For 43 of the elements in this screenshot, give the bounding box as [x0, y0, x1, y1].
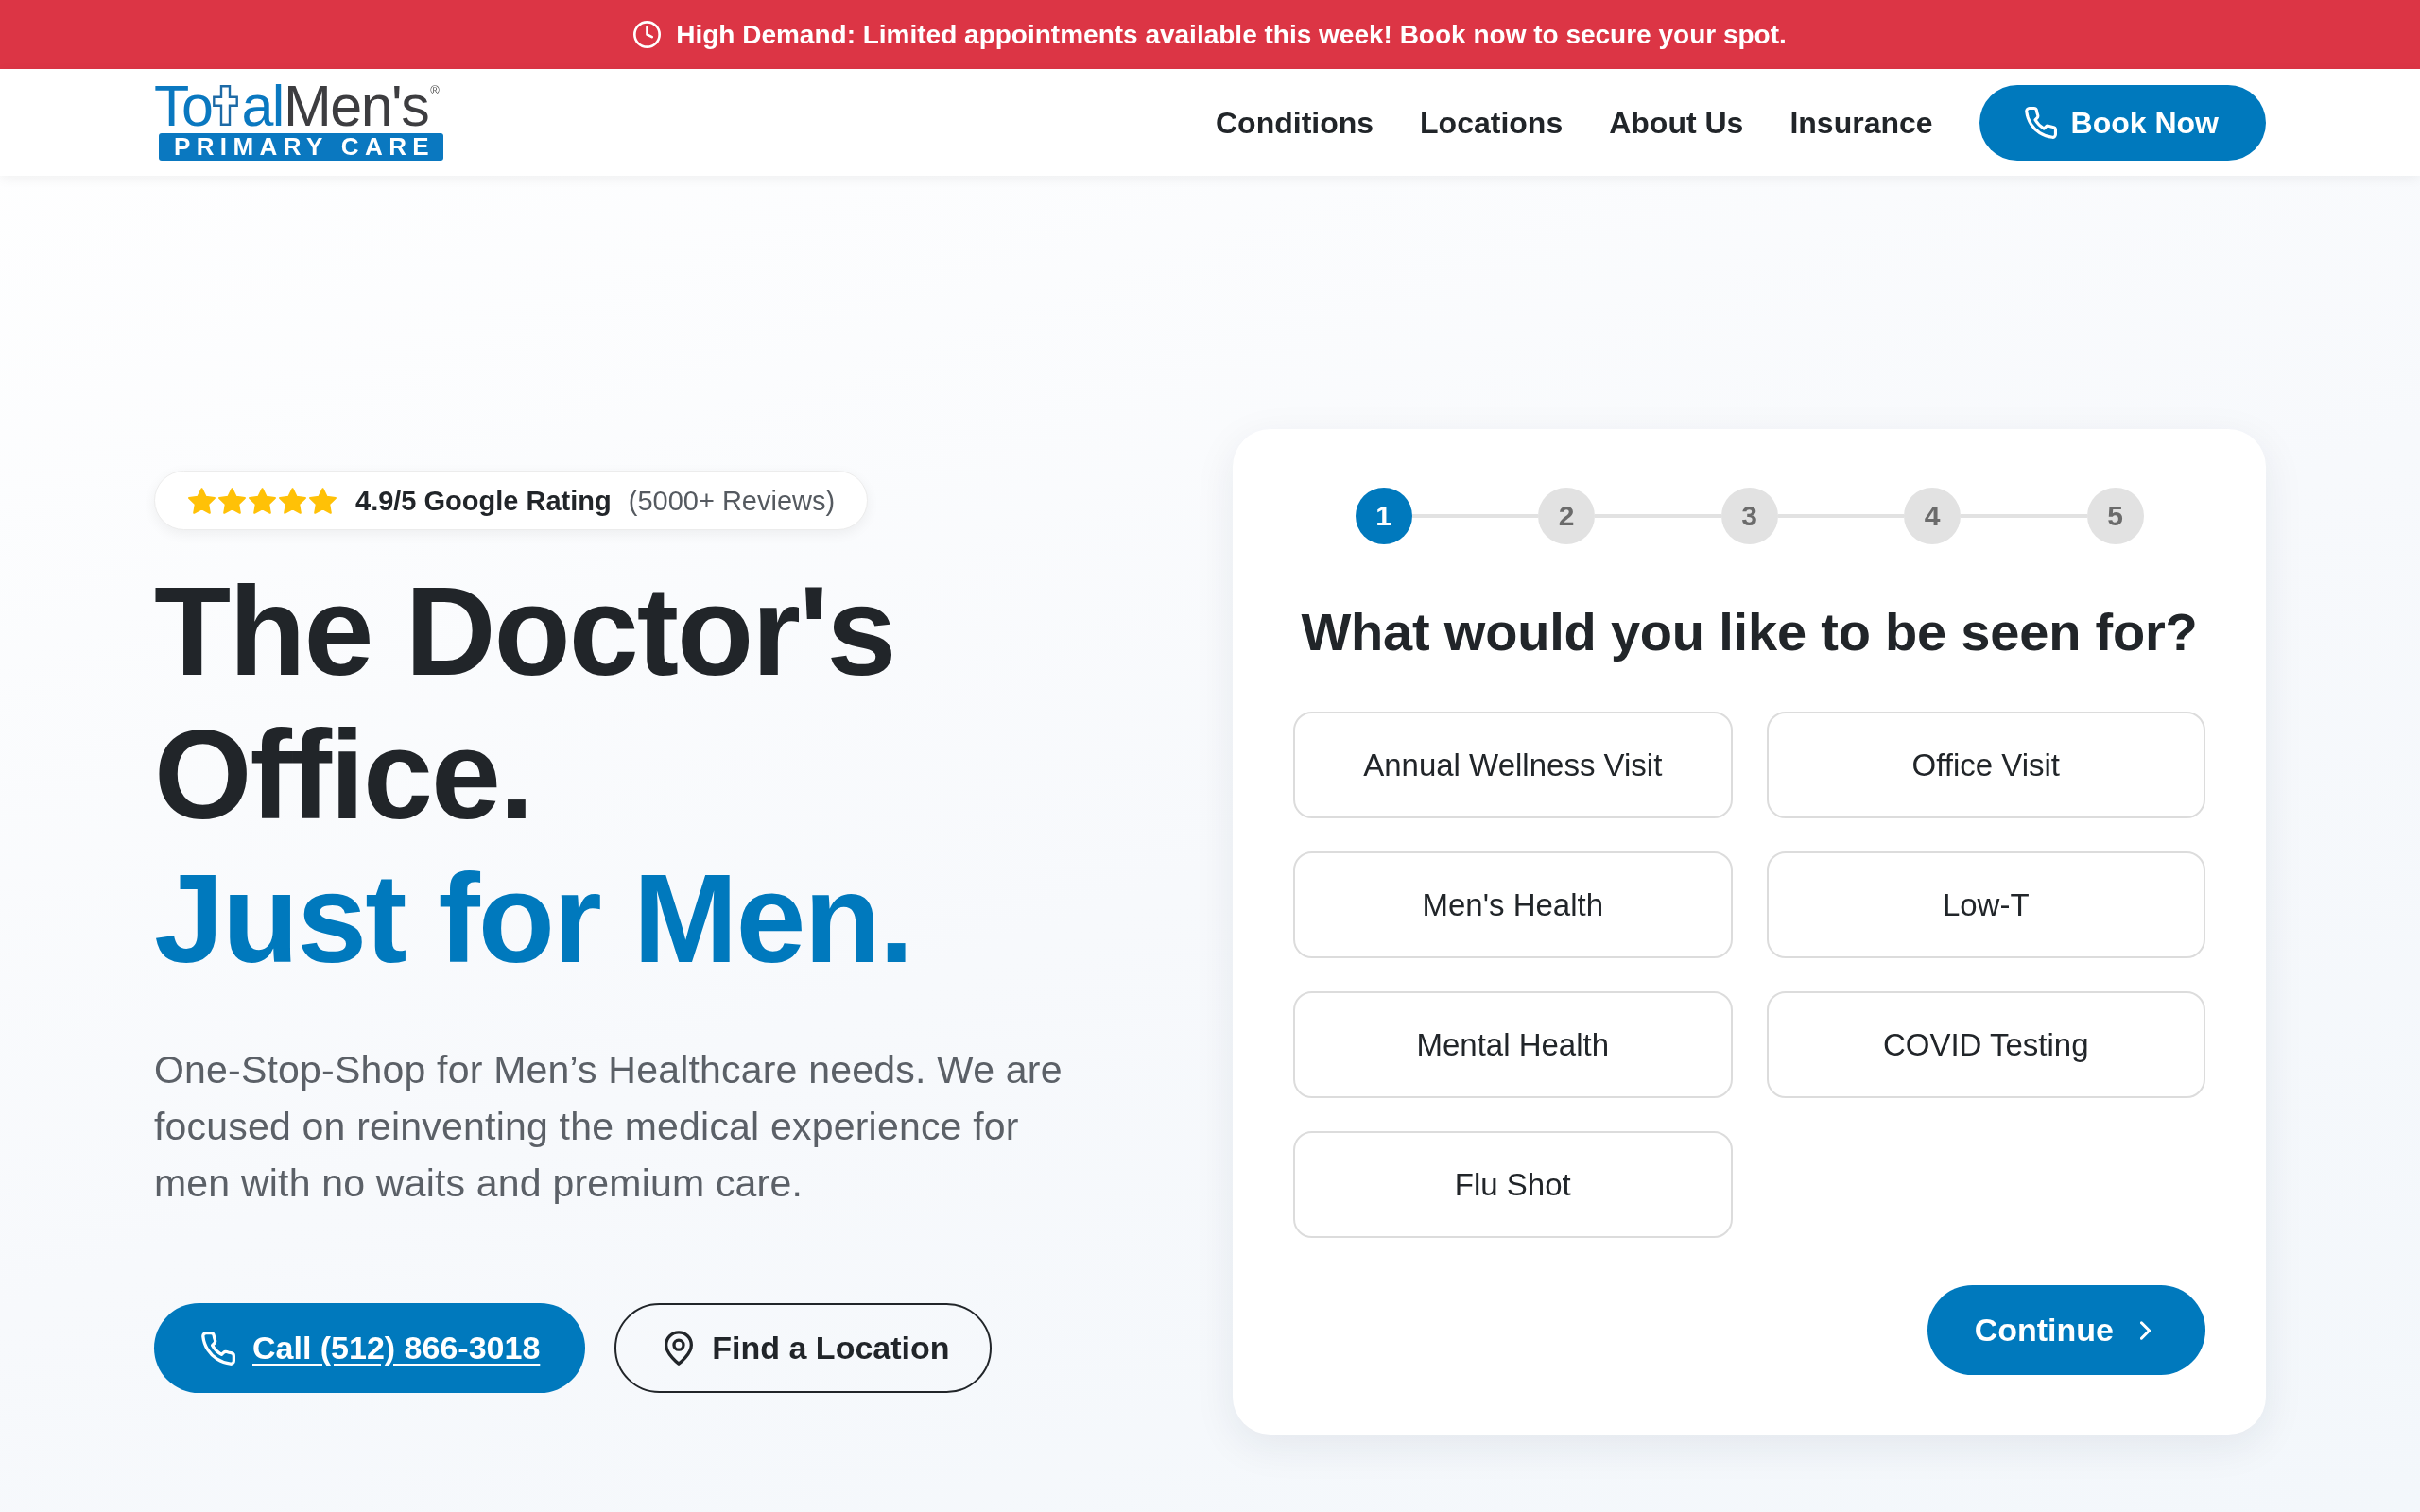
- logo-wordmark: Men's: [283, 84, 429, 128]
- logo-wordmark: al: [241, 84, 284, 128]
- logo-tagline: PRIMARY CARE: [159, 133, 443, 161]
- nav-link[interactable]: About Us: [1609, 104, 1744, 141]
- step-indicator: 4: [1904, 488, 1961, 544]
- step-indicator: 3: [1720, 488, 1778, 544]
- option-button[interactable]: Flu Shot: [1293, 1131, 1733, 1238]
- option-button[interactable]: Men's Health: [1293, 851, 1733, 958]
- step-indicator: 2: [1538, 488, 1595, 544]
- star-icon: [218, 487, 246, 514]
- logo-wordmark: To: [154, 84, 213, 128]
- headline-accent: Just for Men.: [154, 848, 913, 990]
- book-now-button[interactable]: Book Now: [1979, 84, 2266, 161]
- review-count: (5000+ Reviews): [628, 484, 836, 517]
- find-location-button[interactable]: Find a Location: [614, 1303, 992, 1393]
- map-pin-icon: [665, 1331, 694, 1366]
- continue-button[interactable]: Continue: [1927, 1285, 2205, 1375]
- rating-score: 4.9/5 Google Rating: [355, 484, 612, 517]
- star-icon: [188, 487, 216, 514]
- headline: The Doctor's Office.: [154, 560, 896, 847]
- step-indicator: 1: [1355, 488, 1412, 544]
- announcement-text: High Demand: Limited appointments available this week! Book now to secure your spot.: [676, 18, 1787, 51]
- star-icon: [249, 487, 276, 514]
- option-button[interactable]: Office Visit: [1766, 712, 2205, 818]
- phone-icon: [201, 1331, 235, 1366]
- booking-question: What would you like to be seen for?: [1300, 601, 2199, 663]
- option-button[interactable]: Annual Wellness Visit: [1293, 712, 1733, 818]
- chevron-icon: [2140, 1320, 2151, 1340]
- call-button[interactable]: Call (512) 866-3018: [154, 1303, 586, 1393]
- nav-link[interactable]: Conditions: [1216, 104, 1374, 141]
- star-icon: [279, 487, 306, 514]
- star-icon: [309, 487, 337, 514]
- clock-icon: [633, 21, 662, 48]
- registered-mark: ®: [430, 84, 440, 97]
- nav-link[interactable]: Locations: [1420, 104, 1564, 141]
- option-button[interactable]: Mental Health: [1293, 991, 1733, 1098]
- hero-description: One-Stop-Shop for Men’s Healthcare needs. We are focused on reinventing the medical experience for men with no waits and premium care.: [154, 1047, 1063, 1207]
- cross-icon: [213, 85, 239, 126]
- option-button[interactable]: COVID Testing: [1766, 991, 2205, 1098]
- step-indicator: 5: [2086, 488, 2144, 544]
- nav-link[interactable]: Insurance: [1789, 104, 1933, 141]
- phone-icon: [2024, 106, 2057, 139]
- option-button[interactable]: Low-T: [1766, 851, 2205, 958]
